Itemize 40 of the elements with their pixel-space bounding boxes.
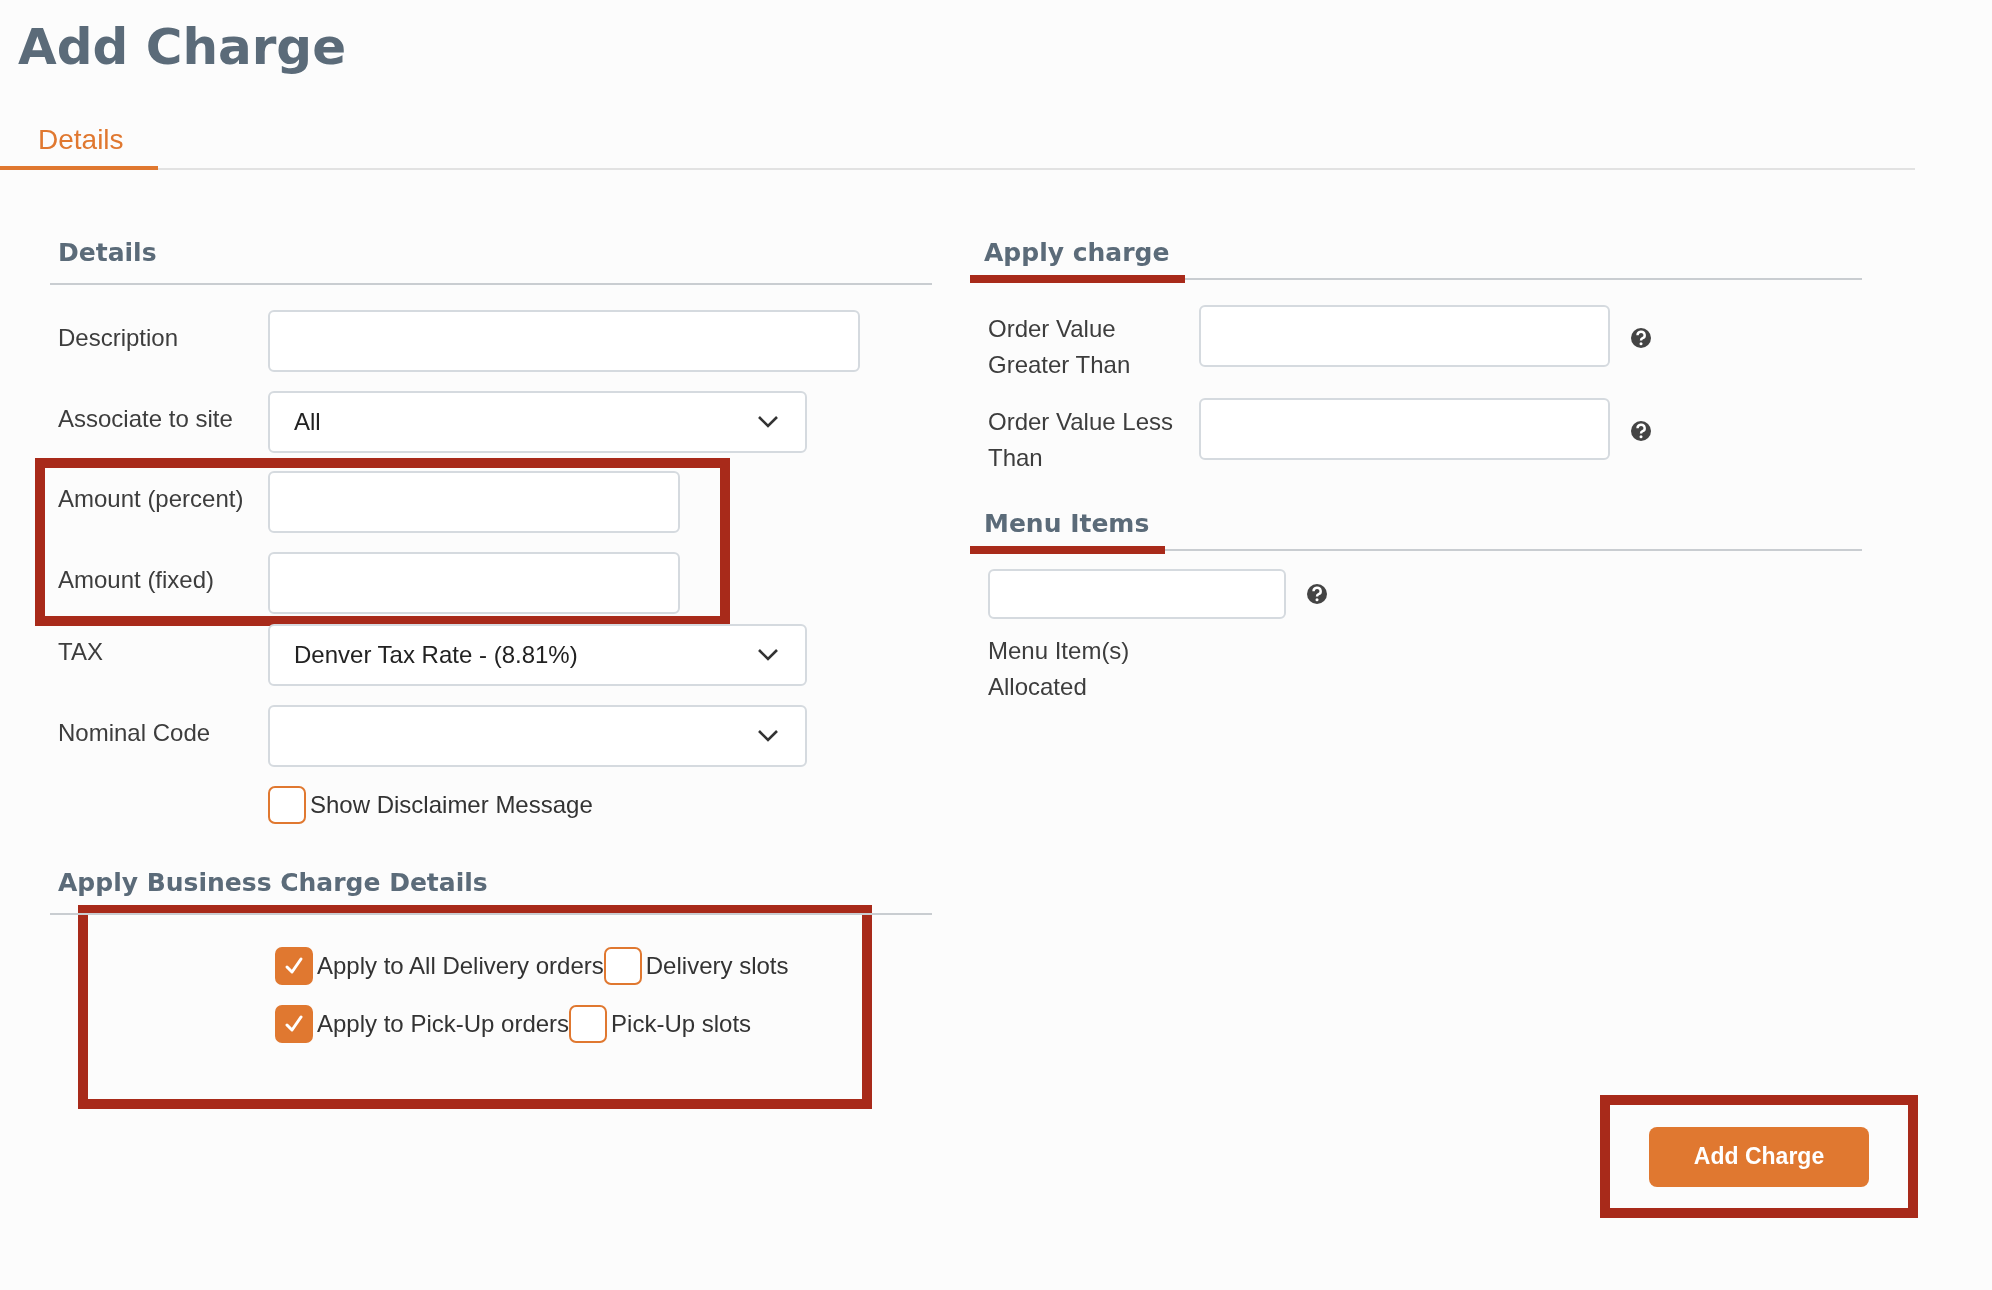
checkbox[interactable] bbox=[603, 947, 642, 985]
section-heading: Apply Business Charge Details bbox=[57, 868, 489, 899]
text-field[interactable] bbox=[1199, 305, 1610, 367]
help-icon[interactable] bbox=[1306, 583, 1328, 605]
field-label: Description bbox=[57, 323, 180, 353]
text-field[interactable] bbox=[988, 569, 1286, 619]
field-label: Amount (fixed) bbox=[57, 565, 216, 595]
chevron-down-icon bbox=[757, 648, 779, 662]
text-field[interactable] bbox=[1199, 398, 1610, 460]
text-field[interactable] bbox=[268, 471, 680, 533]
chevron-down-icon bbox=[757, 415, 779, 429]
checkbox[interactable] bbox=[275, 947, 313, 985]
field-label: Associate to site bbox=[57, 404, 234, 434]
field-label: Amount (percent) bbox=[57, 484, 245, 514]
checkbox[interactable] bbox=[275, 1005, 313, 1043]
section-heading: Menu Items bbox=[970, 509, 1166, 554]
field-label: Order Value Less Than bbox=[987, 407, 1174, 473]
checkmark-icon bbox=[284, 956, 304, 976]
dropdown[interactable]: All bbox=[268, 391, 807, 453]
help-icon[interactable] bbox=[1630, 327, 1652, 349]
field-label: Menu Item(s) Allocated bbox=[987, 636, 1131, 702]
section-heading: Details bbox=[57, 238, 158, 269]
chevron-down-icon bbox=[757, 729, 779, 743]
section-heading: Apply charge bbox=[970, 238, 1186, 283]
checkmark-icon bbox=[284, 1014, 304, 1034]
text-field[interactable] bbox=[268, 310, 860, 372]
field-label: TAX bbox=[57, 637, 104, 667]
checkbox[interactable] bbox=[268, 786, 306, 824]
checkbox[interactable] bbox=[569, 1005, 608, 1043]
help-icon[interactable] bbox=[1630, 420, 1652, 442]
dropdown[interactable]: Denver Tax Rate - (8.81%) bbox=[268, 624, 807, 686]
checkbox-label: Delivery slots bbox=[645, 952, 789, 980]
checkbox-label: Pick-Up slots bbox=[611, 1010, 752, 1038]
checkbox-label: Show Disclaimer Message bbox=[310, 791, 593, 819]
text-field[interactable] bbox=[268, 552, 680, 614]
field-label: Order Value Greater Than bbox=[987, 314, 1132, 380]
checkbox-label: Apply to All Delivery orders bbox=[317, 952, 604, 980]
checkbox-label: Apply to Pick-Up orders bbox=[317, 1010, 570, 1038]
field-label: Nominal Code bbox=[57, 718, 212, 748]
page-title: Add Charge bbox=[17, 17, 347, 78]
